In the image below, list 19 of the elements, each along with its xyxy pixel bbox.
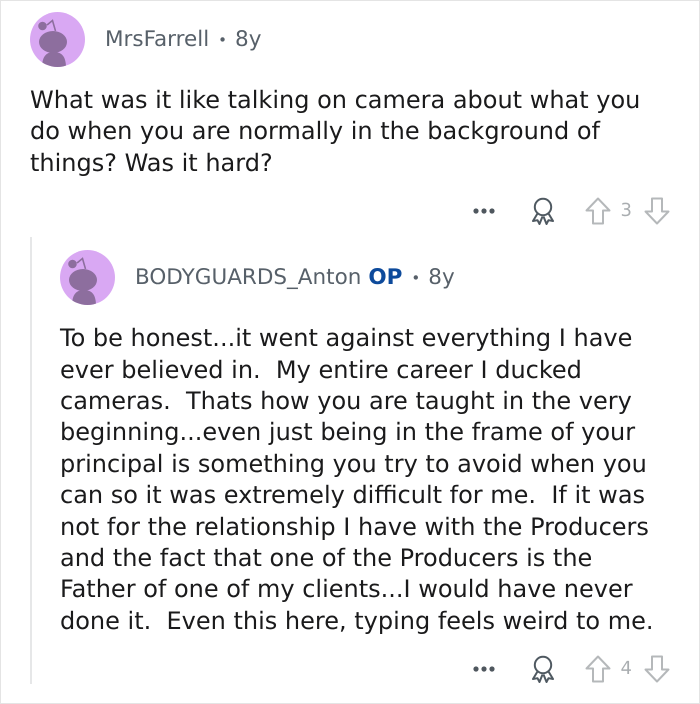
comment-text: What was it like talking on camera about what you do when you are normally in the background of things? Was it hard? — [30, 85, 642, 179]
username[interactable]: MrsFarrell — [105, 27, 210, 52]
avatar-icon[interactable] — [60, 250, 115, 306]
meta-separator: • — [218, 30, 228, 48]
more-dots-icon — [472, 666, 495, 672]
op-label: OP — [368, 265, 402, 290]
up-arrow-icon — [584, 655, 611, 684]
more-dots-icon — [472, 208, 495, 214]
comment-text: To be honest...it went against everything I have ever believed in. My entire career I ducked cameras. Thats how you are taught in the very beginning...even just being in the frame of your principal is something you try to avoid when you can so it was extremely difficult for me. If it was not for the relationship I have with the Producers and the fact that one of the Producers is the Father of one of my clients...I would have never done it. Even this here, typing feels weird to me. — [60, 323, 654, 637]
avatar-icon[interactable] — [30, 12, 85, 67]
comment-age: 8y — [428, 265, 455, 290]
comment-age: 8y — [235, 27, 262, 52]
vote-count: 3 — [620, 199, 632, 224]
down-arrow-icon — [644, 655, 670, 684]
username[interactable]: BODYGUARDS_Anton — [135, 265, 362, 290]
up-arrow-icon — [584, 197, 611, 226]
vote-count: 4 — [620, 657, 632, 682]
down-arrow-icon — [644, 197, 670, 226]
meta-separator: • — [411, 268, 420, 287]
